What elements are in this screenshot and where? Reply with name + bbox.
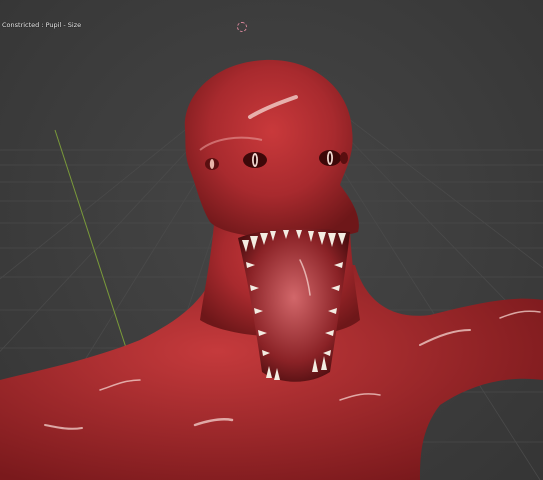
- creature-mesh-icon[interactable]: [0, 0, 543, 480]
- brush-circle-icon: [237, 22, 247, 32]
- mode-overlay-text: Constricted : Pupil - Size: [2, 21, 82, 29]
- head: [184, 59, 359, 239]
- 3d-viewport[interactable]: Constricted : Pupil - Size: [0, 0, 543, 480]
